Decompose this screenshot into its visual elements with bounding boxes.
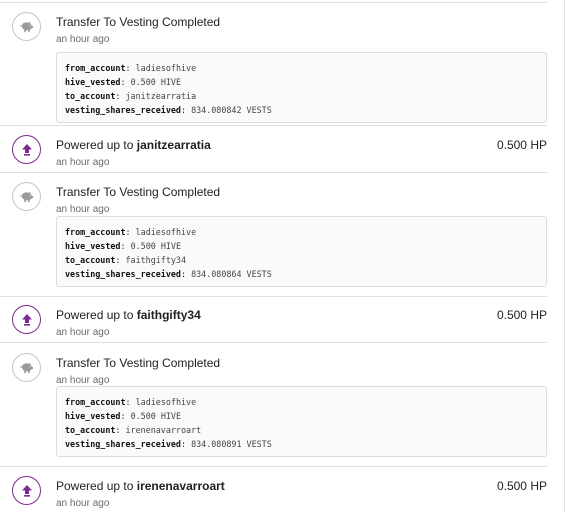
- detail-value: irenenavarroart: [125, 425, 202, 435]
- activity-time: an hour ago: [56, 375, 110, 386]
- divider: [0, 296, 547, 297]
- piggy-bank-icon: [12, 182, 41, 211]
- activity-title: Transfer To Vesting Completed: [56, 15, 221, 29]
- activity-time: an hour ago: [56, 204, 110, 215]
- detail-value: 834.080864 VESTS: [191, 269, 272, 279]
- detail-row: to_account: faithgifty34: [65, 255, 187, 265]
- activity-title: Transfer To Vesting Completed: [56, 356, 221, 370]
- detail-row: vesting_shares_received: 834.080864 VEST…: [65, 269, 272, 279]
- divider: [0, 125, 547, 126]
- detail-value: 834.080842 VESTS: [191, 105, 272, 115]
- activity-time: an hour ago: [56, 327, 110, 338]
- activity-item-power-up: Powered up to irenenavarroart an hour ag…: [0, 476, 560, 509]
- power-up-arrow-icon: [12, 305, 41, 334]
- activity-time: an hour ago: [56, 157, 110, 168]
- power-amount: 0.500 HP: [496, 308, 547, 322]
- detail-key: vesting_shares_received: [65, 269, 181, 279]
- detail-row: to_account: irenenavarroart: [65, 425, 202, 435]
- detail-row: hive_vested: 0.500 HIVE: [65, 77, 181, 87]
- detail-value: 0.500 HIVE: [130, 77, 181, 87]
- detail-value: 0.500 HIVE: [130, 241, 181, 251]
- detail-key: to_account: [65, 255, 116, 265]
- title-prefix: Powered up to: [56, 479, 134, 493]
- detail-key: to_account: [65, 425, 116, 435]
- power-up-arrow-icon: [12, 476, 41, 505]
- divider: [0, 172, 547, 173]
- detail-row: from_account: ladiesofhive: [65, 397, 197, 407]
- detail-value: ladiesofhive: [135, 397, 197, 407]
- piggy-bank-icon: [12, 353, 41, 382]
- power-amount: 0.500 HP: [496, 138, 547, 152]
- operation-details: from_account: ladiesofhive hive_vested: …: [56, 386, 547, 457]
- activity-title: Powered up to faithgifty34: [56, 308, 201, 322]
- detail-value: 0.500 HIVE: [130, 411, 181, 421]
- title-prefix: Powered up to: [56, 308, 134, 322]
- activity-time: an hour ago: [56, 34, 110, 45]
- detail-row: from_account: ladiesofhive: [65, 227, 197, 237]
- detail-row: vesting_shares_received: 834.080842 VEST…: [65, 105, 272, 115]
- detail-key: hive_vested: [65, 241, 121, 251]
- activity-title: Powered up to irenenavarroart: [56, 479, 225, 493]
- divider: [0, 342, 547, 343]
- activity-item-power-up: Powered up to janitzearratia an hour ago…: [0, 135, 560, 168]
- detail-key: from_account: [65, 397, 126, 407]
- detail-value: faithgifty34: [125, 255, 187, 265]
- detail-row: hive_vested: 0.500 HIVE: [65, 241, 181, 251]
- activity-item-transfer-to-vesting: Transfer To Vesting Completed an hour ag…: [0, 353, 560, 458]
- power-up-arrow-icon: [12, 135, 41, 164]
- operation-details: from_account: ladiesofhive hive_vested: …: [56, 52, 547, 123]
- detail-row: hive_vested: 0.500 HIVE: [65, 411, 181, 421]
- scrollbar-track[interactable]: [564, 0, 565, 512]
- detail-key: hive_vested: [65, 411, 121, 421]
- detail-row: to_account: janitzearratia: [65, 91, 197, 101]
- power-amount: 0.500 HP: [496, 479, 547, 493]
- title-prefix: Powered up to: [56, 138, 134, 152]
- detail-key: hive_vested: [65, 77, 121, 87]
- detail-row: vesting_shares_received: 834.080891 VEST…: [65, 439, 272, 449]
- activity-time: an hour ago: [56, 498, 110, 509]
- detail-key: vesting_shares_received: [65, 105, 181, 115]
- detail-value: ladiesofhive: [135, 227, 197, 237]
- activity-item-transfer-to-vesting: Transfer To Vesting Completed an hour ag…: [0, 182, 560, 287]
- account-link[interactable]: janitzearratia: [137, 138, 211, 152]
- activity-feed: Transfer To Vesting Completed an hour ag…: [0, 0, 566, 512]
- activity-title: Powered up to janitzearratia: [56, 138, 211, 152]
- detail-value: 834.080891 VESTS: [191, 439, 272, 449]
- detail-key: vesting_shares_received: [65, 439, 181, 449]
- activity-title: Transfer To Vesting Completed: [56, 185, 221, 199]
- account-link[interactable]: irenenavarroart: [137, 479, 225, 493]
- detail-key: to_account: [65, 91, 116, 101]
- activity-item-transfer-to-vesting: Transfer To Vesting Completed an hour ag…: [0, 12, 560, 123]
- divider: [0, 466, 547, 467]
- detail-row: from_account: ladiesofhive: [65, 63, 197, 73]
- detail-key: from_account: [65, 63, 126, 73]
- operation-details: from_account: ladiesofhive hive_vested: …: [56, 216, 547, 287]
- activity-item-power-up: Powered up to faithgifty34 an hour ago 0…: [0, 305, 560, 338]
- divider: [0, 2, 547, 3]
- detail-value: ladiesofhive: [135, 63, 197, 73]
- account-link[interactable]: faithgifty34: [137, 308, 201, 322]
- detail-key: from_account: [65, 227, 126, 237]
- detail-value: janitzearratia: [125, 91, 197, 101]
- piggy-bank-icon: [12, 12, 41, 41]
